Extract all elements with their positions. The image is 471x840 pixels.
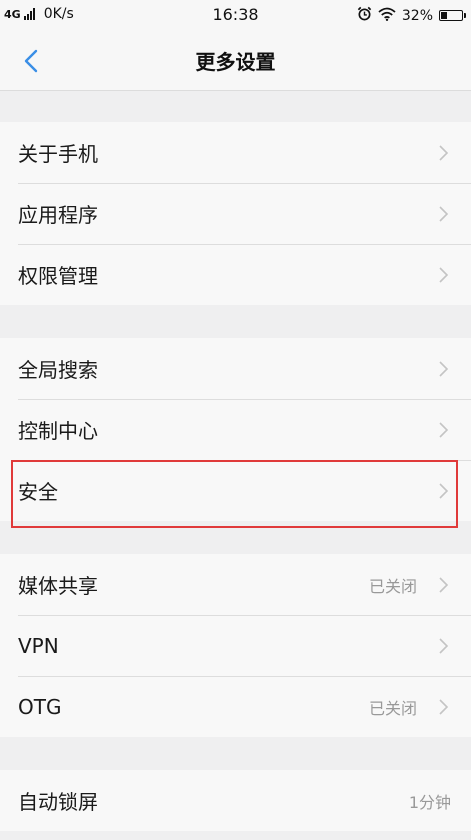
chevron-right-icon <box>439 699 449 715</box>
settings-item-auto-lock[interactable]: 自动锁屏 1分钟 <box>0 770 471 831</box>
settings-item-media-sharing[interactable]: 媒体共享 已关闭 <box>0 554 471 615</box>
chevron-right-icon <box>439 145 449 161</box>
chevron-right-icon <box>439 577 449 593</box>
settings-group-connections: 媒体共享 已关闭 VPN OTG 已关闭 <box>0 554 471 737</box>
settings-item-control-center[interactable]: 控制中心 <box>0 399 471 460</box>
chevron-right-icon <box>439 361 449 377</box>
alarm-icon <box>357 6 372 25</box>
chevron-right-icon <box>439 206 449 222</box>
battery-fill <box>441 12 448 19</box>
settings-item-label: 关于手机 <box>18 142 98 166</box>
chevron-right-icon <box>439 638 449 654</box>
settings-item-applications[interactable]: 应用程序 <box>0 183 471 244</box>
settings-item-label: 应用程序 <box>18 203 98 227</box>
settings-item-about-phone[interactable]: 关于手机 <box>0 122 471 183</box>
chevron-right-icon <box>439 483 449 499</box>
settings-item-global-search[interactable]: 全局搜索 <box>0 338 471 399</box>
settings-item-label: VPN <box>18 633 59 658</box>
settings-item-label: 自动锁屏 <box>18 790 98 814</box>
settings-item-permissions[interactable]: 权限管理 <box>0 244 471 305</box>
settings-item-label: 安全 <box>18 480 58 504</box>
battery-percent: 32% <box>401 7 433 24</box>
settings-item-label: 全局搜索 <box>18 358 98 382</box>
settings-item-value: 1分钟 <box>408 792 451 812</box>
settings-item-value: 已关闭 <box>368 698 417 718</box>
settings-item-label: 权限管理 <box>18 264 98 288</box>
chevron-right-icon <box>439 422 449 438</box>
settings-item-label: OTG <box>18 694 62 719</box>
settings-item-otg[interactable]: OTG 已关闭 <box>0 676 471 737</box>
settings-item-security[interactable]: 安全 <box>0 460 471 521</box>
settings-item-label: 控制中心 <box>18 419 98 443</box>
chevron-right-icon <box>439 267 449 283</box>
settings-item-vpn[interactable]: VPN <box>0 615 471 676</box>
battery-icon <box>439 10 466 21</box>
settings-group-device: 关于手机 应用程序 权限管理 <box>0 122 471 305</box>
status-right: 32% <box>357 6 466 25</box>
settings-item-value: 已关闭 <box>368 576 417 596</box>
settings-group-system: 全局搜索 控制中心 安全 <box>0 338 471 521</box>
settings-item-label: 媒体共享 <box>18 574 98 598</box>
status-bar: 4G 0K/s 16:38 32% <box>0 0 471 30</box>
settings-group-lock: 自动锁屏 1分钟 <box>0 770 471 831</box>
page-title: 更多设置 <box>195 50 276 74</box>
nav-bar: 更多设置 <box>0 30 471 91</box>
wifi-icon <box>378 7 396 25</box>
